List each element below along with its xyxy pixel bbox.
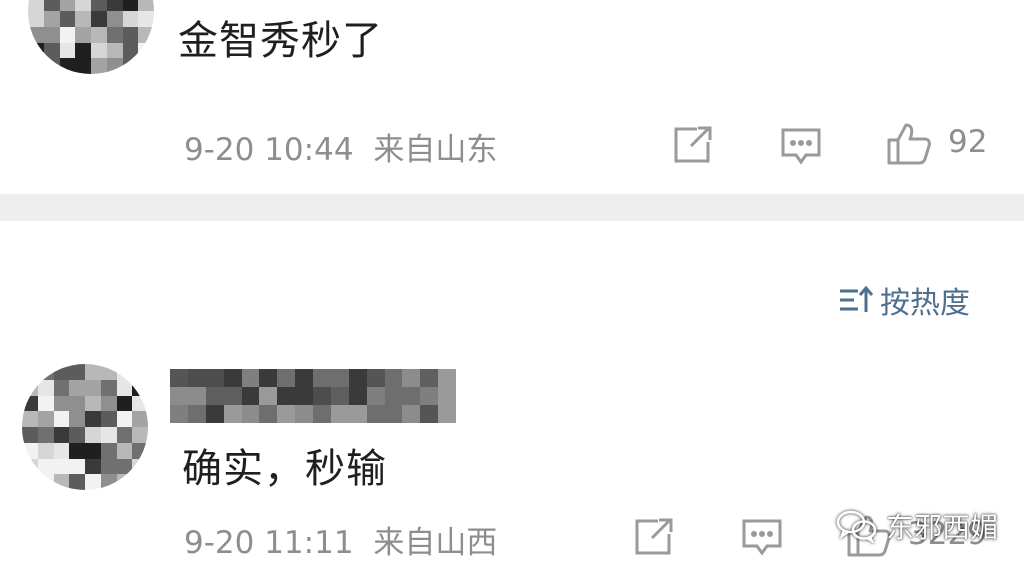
comment-meta: 9-20 10:44 来自山东 (184, 124, 497, 169)
comment-time: 9-20 10:44 (184, 132, 354, 168)
comment-text: 金智秀秒了 (178, 18, 383, 64)
sort-icon (838, 285, 874, 315)
avatar[interactable] (22, 364, 148, 490)
share-icon[interactable] (673, 126, 713, 164)
comment-time: 9-20 11:11 (184, 525, 354, 561)
comment-icon[interactable] (780, 127, 822, 167)
watermark: 东邪西媚 (836, 506, 998, 546)
sort-by-hot-button[interactable]: 按热度 (838, 278, 970, 322)
comment-icon[interactable] (741, 518, 783, 558)
avatar[interactable] (28, 0, 154, 74)
section-divider (0, 194, 1024, 221)
watermark-text: 东邪西媚 (886, 511, 999, 544)
comment-text: 确实，秒输 (182, 446, 387, 492)
comment-meta: 9-20 11:11 来自山西 (184, 517, 497, 562)
comment-location: 来自山西 (373, 525, 498, 561)
thumbs-up-icon[interactable] (886, 122, 932, 166)
username-blurred[interactable] (170, 369, 456, 423)
comment-location: 来自山东 (373, 132, 498, 168)
sort-label: 按热度 (880, 286, 970, 321)
like-count: 92 (948, 124, 988, 160)
share-icon[interactable] (634, 518, 674, 556)
wechat-icon (836, 509, 878, 543)
